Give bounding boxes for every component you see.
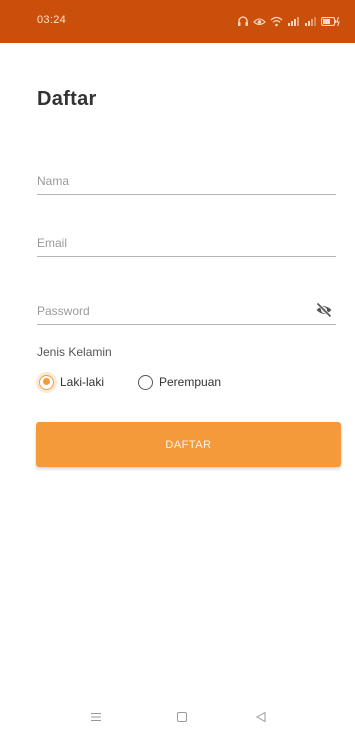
email-input[interactable] — [37, 232, 336, 254]
name-field[interactable] — [37, 170, 336, 195]
radio-checked-icon[interactable] — [39, 374, 54, 390]
password-field[interactable] — [37, 300, 336, 325]
signal-icon — [288, 16, 299, 26]
radio-perempuan[interactable]: Perempuan — [136, 372, 221, 392]
name-input[interactable] — [37, 170, 336, 192]
status-icons — [237, 13, 341, 29]
status-bar: 03:24 — [0, 0, 355, 43]
status-time: 03:24 — [37, 14, 67, 26]
email-field[interactable] — [37, 232, 336, 257]
home-icon[interactable] — [175, 710, 189, 724]
headset-icon — [238, 15, 248, 26]
radio-perempuan-label: Perempuan — [159, 375, 222, 389]
signal-icon-2 — [305, 16, 316, 26]
wifi-icon — [270, 16, 283, 26]
password-input[interactable] — [37, 300, 336, 322]
menu-icon[interactable] — [89, 710, 103, 724]
navigation-bar — [0, 700, 355, 733]
radio-unchecked-icon[interactable] — [138, 374, 153, 390]
radio-laki-laki-label: Laki-laki — [60, 375, 105, 389]
page-title: Daftar — [37, 88, 97, 110]
radio-laki-laki[interactable]: Laki-laki — [37, 372, 104, 392]
eye-off-icon[interactable] — [315, 302, 333, 318]
gender-label: Jenis Kelamin — [37, 345, 112, 359]
daftar-button[interactable]: DAFTAR — [36, 422, 341, 467]
back-icon[interactable] — [254, 710, 268, 724]
eye-comfort-icon — [253, 17, 266, 25]
battery-charging-icon — [321, 16, 340, 26]
